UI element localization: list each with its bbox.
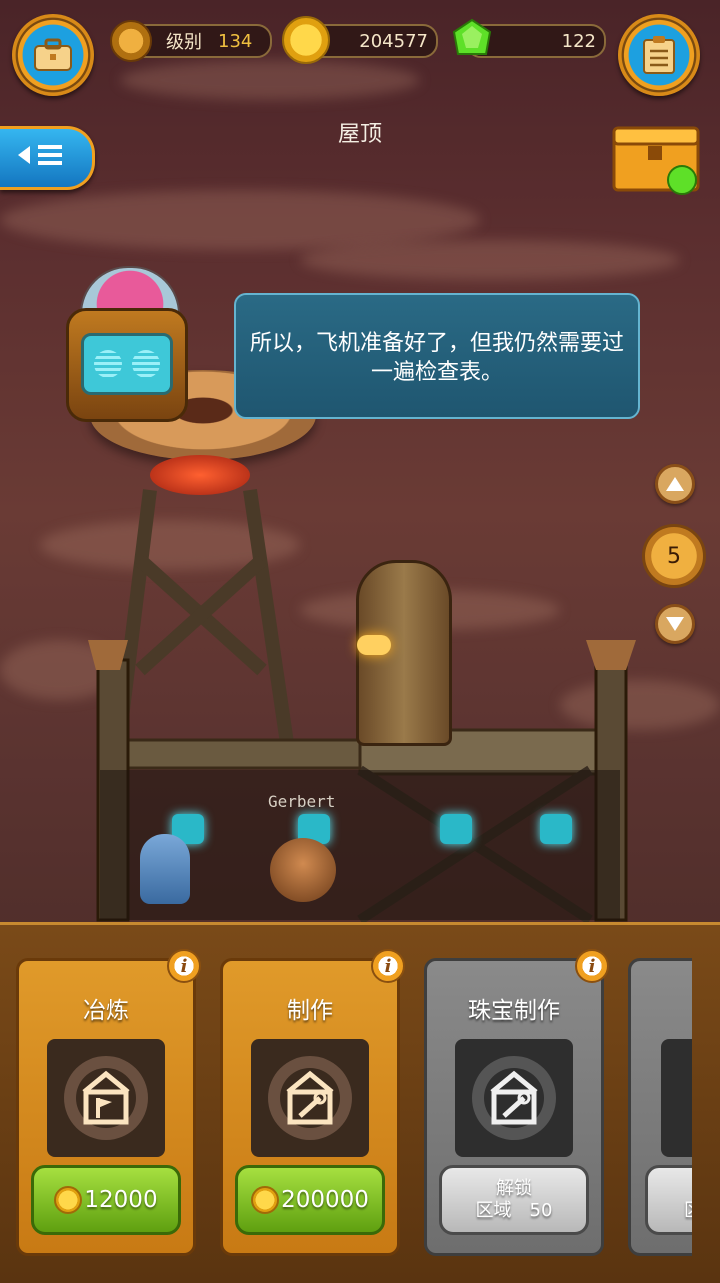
robot-head: [66, 308, 188, 422]
status-light-3: [440, 814, 472, 844]
buy-smelting-button[interactable]: 12000: [31, 1165, 181, 1235]
gerbert-npc[interactable]: [270, 838, 336, 902]
smelting-icon: [47, 1039, 165, 1157]
floor-number: 5: [667, 543, 681, 569]
house-icon: [661, 1039, 692, 1157]
dialog-bubble[interactable]: 所以，飞机准备好了，但我仍然需要过一遍检查表。: [234, 293, 640, 419]
price-value: 200000: [281, 1187, 369, 1213]
workshop-card-4-clip: 区: [628, 958, 692, 1256]
unlock-requirement: 区: [684, 1200, 692, 1222]
workshop-title: 珠宝制作: [468, 998, 560, 1024]
info-icon[interactable]: i: [167, 949, 201, 983]
price-value: 12000: [84, 1187, 158, 1213]
level-label: 级别: [166, 32, 202, 53]
inventory-button[interactable]: [12, 14, 94, 96]
dialog-text: 所以，飞机准备好了，但我仍然需要过一遍检查表。: [249, 331, 624, 385]
coin-count: 204577: [359, 30, 428, 52]
treasure-chest-icon[interactable]: [612, 124, 702, 196]
quest-button[interactable]: [618, 14, 700, 96]
worker-robot[interactable]: [140, 834, 190, 904]
floor-indicator: 5: [642, 524, 706, 588]
robot-face-screen: [81, 333, 173, 395]
arrow-down-icon: [666, 617, 684, 631]
level-value: 134: [218, 30, 253, 52]
info-icon[interactable]: i: [371, 949, 405, 983]
crafting-icon: [251, 1039, 369, 1157]
floor-down-button[interactable]: [655, 604, 695, 644]
npc-name-label: Gerbert: [268, 792, 336, 811]
unlock-jewelry-button[interactable]: 解锁 区域 50: [439, 1165, 589, 1235]
coin-icon: [54, 1186, 83, 1214]
buy-crafting-button[interactable]: 200000: [235, 1165, 385, 1235]
arrow-up-icon: [666, 477, 684, 491]
gem-icon: [450, 18, 494, 62]
coin-icon: [282, 16, 330, 64]
workshop-title: 制作: [287, 998, 333, 1024]
robot-eye-right: [132, 350, 160, 378]
gem-count: 122: [561, 30, 596, 52]
status-light-4: [540, 814, 572, 844]
workshop-card-smelting[interactable]: i 冶炼 12000: [16, 949, 201, 1256]
unlock-requirement: 区域 50: [475, 1200, 553, 1221]
coin-icon: [251, 1186, 280, 1214]
boiler-machine: [356, 560, 452, 746]
info-icon[interactable]: i: [575, 949, 609, 983]
level-gear-icon: [110, 20, 152, 62]
briefcase-icon: [31, 33, 75, 77]
workshop-title: 冶炼: [83, 998, 129, 1024]
workshop-card-4[interactable]: 区: [628, 958, 692, 1256]
unlock-label: 解锁: [496, 1178, 532, 1199]
boiler-lamp-icon: [357, 635, 391, 655]
robot-eye-left: [94, 350, 122, 378]
clipboard-icon: [637, 33, 681, 77]
floor-up-button[interactable]: [655, 464, 695, 504]
workshop-card-jewelry[interactable]: i 珠宝制作 解锁 区域 50: [424, 949, 609, 1256]
unlock-card-4-button[interactable]: 区: [645, 1165, 692, 1235]
workshop-card-crafting[interactable]: i 制作 200000: [220, 949, 405, 1256]
jewelry-icon: [455, 1039, 573, 1157]
